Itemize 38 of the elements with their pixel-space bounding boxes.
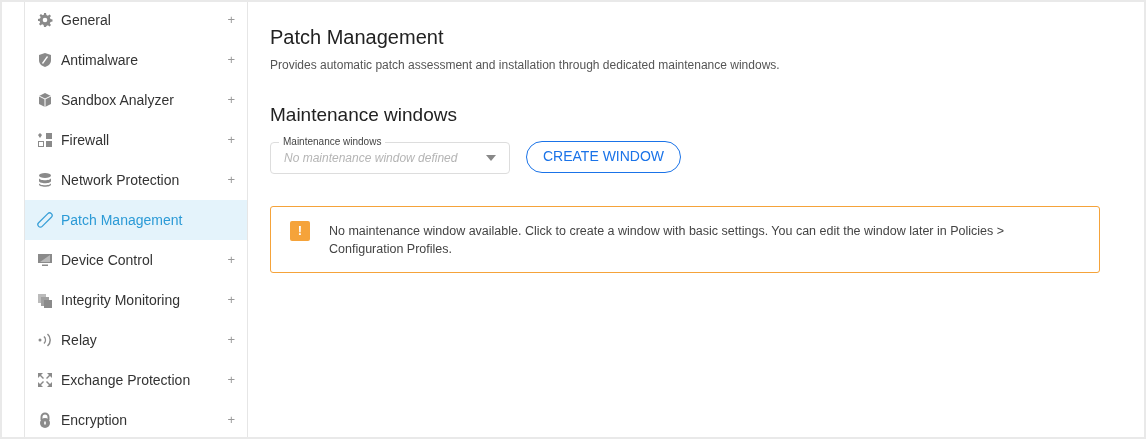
expand-icon[interactable]: + — [227, 250, 235, 270]
sidebar-item[interactable]: Network Protection + — [25, 160, 247, 200]
files-icon — [37, 292, 53, 308]
cube-icon — [37, 92, 53, 108]
sidebar-item[interactable]: Device Control + — [25, 240, 247, 280]
gear-icon — [37, 12, 53, 28]
expand-icon[interactable]: + — [227, 90, 235, 110]
sidebar-item[interactable]: Firewall + — [25, 120, 247, 160]
sidebar-item[interactable]: Antimalware + — [25, 40, 247, 80]
expand-icon[interactable]: + — [227, 170, 235, 190]
dropdown-caret-icon — [486, 154, 496, 161]
expand-icon[interactable]: + — [227, 10, 235, 30]
bandage-icon — [37, 212, 53, 228]
blocks-icon — [37, 132, 53, 148]
expand-icon[interactable]: + — [227, 290, 235, 310]
signal-icon — [37, 332, 53, 348]
page-subtitle: Provides automatic patch assessment and installation through dedicated maintenance windows. — [270, 57, 781, 74]
expand-icon[interactable]: + — [227, 330, 235, 350]
lock-icon — [37, 412, 53, 428]
shield-icon — [37, 52, 53, 68]
sidebar-item[interactable]: Relay + — [25, 320, 247, 360]
arrows-icon — [37, 372, 53, 388]
page-title: Patch Management — [270, 25, 445, 50]
sidebar-item[interactable]: Integrity Monitoring + — [25, 280, 247, 320]
sidebar-item[interactable]: Patch Management — [25, 200, 247, 240]
warning-icon: ! — [290, 220, 310, 241]
expand-icon[interactable]: + — [227, 130, 235, 150]
alert-message: No maintenance window available. Click to create a window with basic settings. You can edit the window later in Policies > Configuration Profiles. — [329, 222, 1006, 258]
section-title: Maintenance windows — [270, 103, 458, 127]
expand-icon[interactable]: + — [227, 410, 235, 430]
sidebar-item[interactable]: Sandbox Analyzer + — [25, 80, 247, 120]
expand-icon[interactable]: + — [227, 370, 235, 390]
sidebar-item[interactable]: Encryption + — [25, 400, 247, 439]
expand-icon[interactable]: + — [227, 50, 235, 70]
database-icon — [37, 172, 53, 188]
monitor-icon — [37, 252, 53, 268]
sidebar-item[interactable]: General + — [25, 0, 247, 40]
sidebar-item[interactable]: Exchange Protection + — [25, 360, 247, 400]
